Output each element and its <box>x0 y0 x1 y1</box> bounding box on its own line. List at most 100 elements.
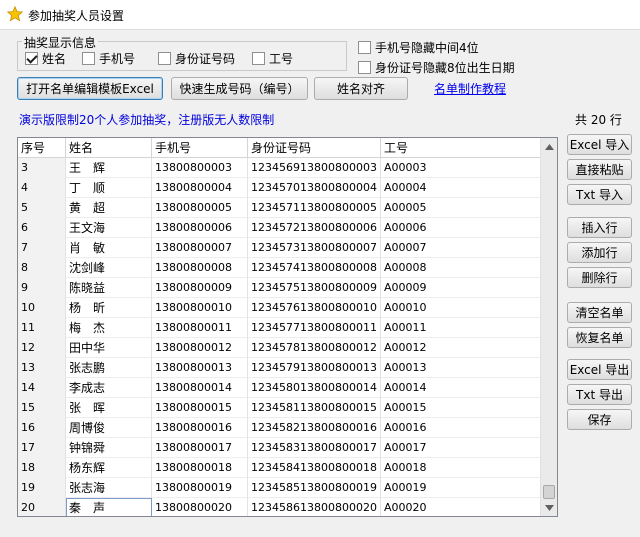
row-id-cell[interactable]: 123458613800800020 <box>248 498 381 516</box>
row-name-cell[interactable]: 张志海 <box>66 478 152 498</box>
delete-row-button[interactable]: 删除行 <box>567 267 632 288</box>
row-name-cell[interactable]: 张 晖 <box>66 398 152 418</box>
row-work-id-cell[interactable]: A00015 <box>381 398 540 418</box>
row-id-cell[interactable]: 123457613800800010 <box>248 298 381 318</box>
row-work-id-cell[interactable]: A00014 <box>381 378 540 398</box>
row-id-cell[interactable]: 123457313800800007 <box>248 238 381 258</box>
row-index-cell[interactable]: 6 <box>18 218 66 238</box>
checkbox-box[interactable] <box>25 52 38 65</box>
row-name-cell[interactable]: 秦 声 <box>66 498 152 516</box>
checkbox-box[interactable] <box>82 52 95 65</box>
row-index-cell[interactable]: 20 <box>18 498 66 516</box>
row-work-id-cell[interactable]: A00016 <box>381 418 540 438</box>
row-id-cell[interactable]: 123458013800800014 <box>248 378 381 398</box>
row-phone-cell[interactable]: 13800800015 <box>152 398 248 418</box>
row-name-cell[interactable]: 田中华 <box>66 338 152 358</box>
row-id-cell[interactable]: 123457213800800006 <box>248 218 381 238</box>
row-work-id-cell[interactable]: A00003 <box>381 158 540 178</box>
row-name-cell[interactable]: 钟锦舜 <box>66 438 152 458</box>
name-list-table[interactable]: 序号 姓名 手机号 身份证号码 工号 3王 辉 13800800003 123456… <box>17 137 558 517</box>
row-phone-cell[interactable]: 13800800006 <box>152 218 248 238</box>
row-index-cell[interactable]: 19 <box>18 478 66 498</box>
table-row[interactable]: 4丁 顺 13800800004 123457013800800004 A00004 <box>18 178 540 198</box>
row-phone-cell[interactable]: 13800800011 <box>152 318 248 338</box>
row-name-cell[interactable]: 王文海 <box>66 218 152 238</box>
row-index-cell[interactable]: 7 <box>18 238 66 258</box>
arrow-down-icon[interactable] <box>541 499 557 516</box>
row-id-cell[interactable]: 123457113800800005 <box>248 198 381 218</box>
table-row[interactable]: 12 田中华 13800800012 123457813800800012 A00012 <box>18 338 540 358</box>
row-id-cell[interactable]: 123457513800800009 <box>248 278 381 298</box>
row-work-id-cell[interactable]: A00007 <box>381 238 540 258</box>
table-row[interactable]: 17 钟锦舜 13800800017 123458313800800017 A00017 <box>18 438 540 458</box>
row-work-id-cell[interactable]: A00011 <box>381 318 540 338</box>
arrow-up-icon[interactable] <box>541 138 557 155</box>
row-name-cell[interactable]: 李成志 <box>66 378 152 398</box>
row-index-cell[interactable]: 13 <box>18 358 66 378</box>
row-id-cell[interactable]: 123458313800800017 <box>248 438 381 458</box>
save-button[interactable]: 保存 <box>567 409 632 430</box>
row-id-cell[interactable]: 123457713800800011 <box>248 318 381 338</box>
excel-import-button[interactable]: Excel 导入 <box>567 134 632 155</box>
row-phone-cell[interactable]: 13800800019 <box>152 478 248 498</box>
row-phone-cell[interactable]: 13800800020 <box>152 498 248 516</box>
row-id-cell[interactable]: 123457013800800004 <box>248 178 381 198</box>
row-name-cell[interactable]: 陈晓益 <box>66 278 152 298</box>
row-index-cell[interactable]: 12 <box>18 338 66 358</box>
add-row-button[interactable]: 添加行 <box>567 242 632 263</box>
table-row[interactable]: 16 周博俊 13800800016 123458213800800016 A00016 <box>18 418 540 438</box>
scroll-thumb[interactable] <box>543 485 555 499</box>
checkbox-box[interactable] <box>158 52 171 65</box>
row-name-cell[interactable]: 张志鹏 <box>66 358 152 378</box>
row-name-cell[interactable]: 周博俊 <box>66 418 152 438</box>
checkbox-box[interactable] <box>358 61 371 74</box>
row-index-cell[interactable]: 8 <box>18 258 66 278</box>
row-index-cell[interactable]: 18 <box>18 458 66 478</box>
row-phone-cell[interactable]: 13800800008 <box>152 258 248 278</box>
row-phone-cell[interactable]: 13800800013 <box>152 358 248 378</box>
generate-numbers-button[interactable]: 快速生成号码（编号） <box>171 77 308 100</box>
table-row[interactable]: 6 王文海 13800800006 123457213800800006 A00006 <box>18 218 540 238</box>
row-name-cell[interactable]: 肖 敏 <box>66 238 152 258</box>
table-row[interactable]: 18 杨东辉 13800800018 123458413800800018 A00018 <box>18 458 540 478</box>
restore-list-button[interactable]: 恢复名单 <box>567 327 632 348</box>
row-id-cell[interactable]: 123457913800800013 <box>248 358 381 378</box>
row-phone-cell[interactable]: 13800800014 <box>152 378 248 398</box>
show-phone-checkbox[interactable]: 手机号 <box>82 50 135 67</box>
open-template-button[interactable]: 打开名单编辑模板Excel <box>17 77 163 100</box>
row-work-id-cell[interactable]: A00004 <box>381 178 540 198</box>
row-work-id-cell[interactable]: A00017 <box>381 438 540 458</box>
row-index-cell[interactable]: 14 <box>18 378 66 398</box>
row-work-id-cell[interactable]: A00009 <box>381 278 540 298</box>
row-phone-cell[interactable]: 13800800018 <box>152 458 248 478</box>
header-name[interactable]: 姓名 <box>66 138 152 158</box>
row-index-cell[interactable]: 15 <box>18 398 66 418</box>
row-id-cell[interactable]: 123458413800800018 <box>248 458 381 478</box>
row-index-cell[interactable]: 16 <box>18 418 66 438</box>
row-index-cell[interactable]: 11 <box>18 318 66 338</box>
table-row[interactable]: 15 张 晖 13800800015 123458113800800015 A00015 <box>18 398 540 418</box>
row-phone-cell[interactable]: 13800800004 <box>152 178 248 198</box>
row-phone-cell[interactable]: 13800800012 <box>152 338 248 358</box>
row-id-cell[interactable]: 123457813800800012 <box>248 338 381 358</box>
hide-phone-middle-checkbox[interactable]: 手机号隐藏中间4位 <box>358 39 479 56</box>
table-row[interactable]: 20 秦 声 13800800020 123458613800800020 A00020 <box>18 498 540 516</box>
table-row[interactable]: 3王 辉 13800800003 123456913800800003 A00003 <box>18 158 540 178</box>
table-row[interactable]: 7肖 敏 13800800007 123457313800800007 A00007 <box>18 238 540 258</box>
row-work-id-cell[interactable]: A00010 <box>381 298 540 318</box>
insert-row-button[interactable]: 插入行 <box>567 217 632 238</box>
table-row[interactable]: 5黄 超 13800800005 123457113800800005 A00005 <box>18 198 540 218</box>
align-names-button[interactable]: 姓名对齐 <box>314 77 408 100</box>
table-row[interactable]: 8 沈剑峰 13800800008 123457413800800008 A00008 <box>18 258 540 278</box>
show-id-checkbox[interactable]: 身份证号码 <box>158 50 235 67</box>
row-work-id-cell[interactable]: A00019 <box>381 478 540 498</box>
row-phone-cell[interactable]: 13800800007 <box>152 238 248 258</box>
table-row[interactable]: 11 梅 杰 13800800011 123457713800800011 A00011 <box>18 318 540 338</box>
row-phone-cell[interactable]: 13800800016 <box>152 418 248 438</box>
excel-export-button[interactable]: Excel 导出 <box>567 359 632 380</box>
row-id-cell[interactable]: 123458113800800015 <box>248 398 381 418</box>
row-name-cell[interactable]: 梅 杰 <box>66 318 152 338</box>
row-index-cell[interactable]: 9 <box>18 278 66 298</box>
row-name-cell[interactable]: 沈剑峰 <box>66 258 152 278</box>
row-work-id-cell[interactable]: A00008 <box>381 258 540 278</box>
